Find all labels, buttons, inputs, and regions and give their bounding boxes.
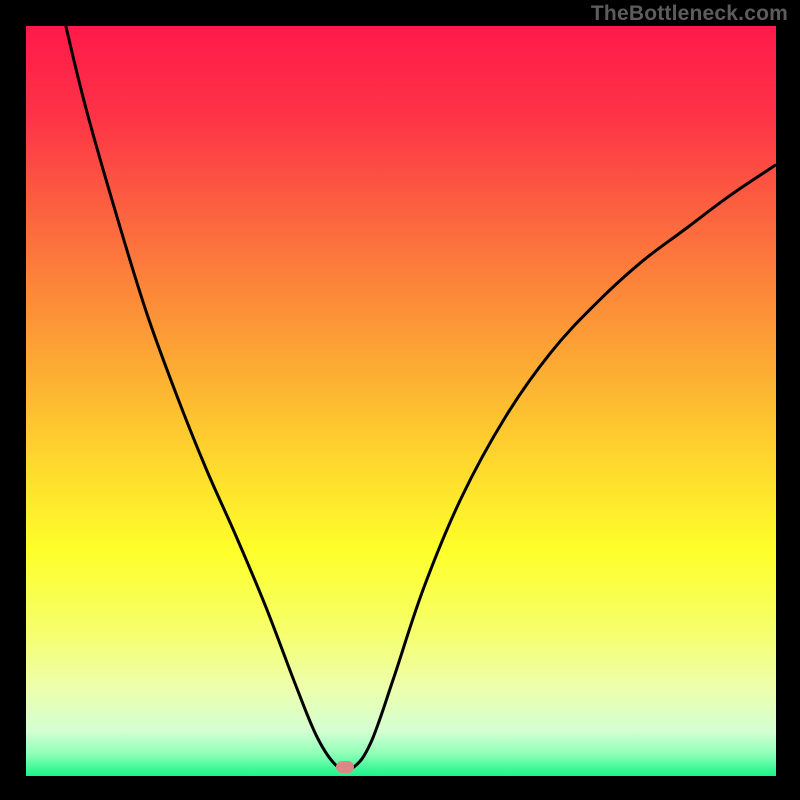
optimal-point-marker [336,761,354,773]
curve-path [66,26,776,771]
chart-frame: TheBottleneck.com [0,0,800,800]
watermark-text: TheBottleneck.com [591,2,788,26]
plot-area [26,26,776,776]
bottleneck-curve [26,26,776,776]
